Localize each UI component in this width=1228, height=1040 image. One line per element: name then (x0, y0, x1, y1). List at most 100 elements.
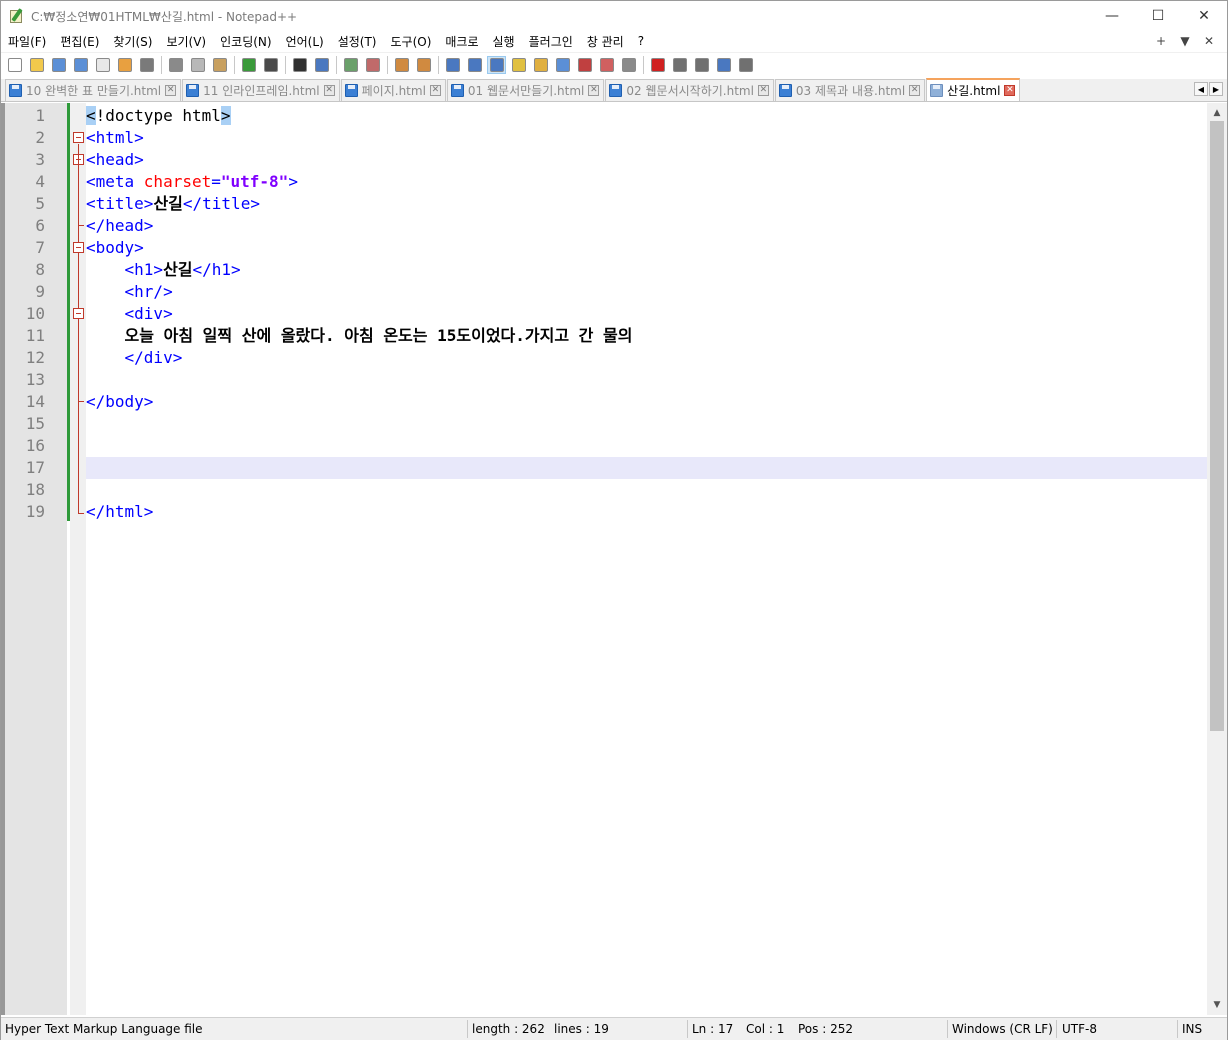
menu-item-12[interactable]: ? (631, 34, 651, 48)
menu-item-10[interactable]: 플러그인 (522, 33, 580, 50)
close-tab-icon[interactable]: ✕ (588, 85, 600, 96)
zoom-out-icon[interactable] (363, 56, 382, 74)
sync-horizontal-icon[interactable] (414, 56, 433, 74)
file-tab[interactable]: 산길.html ✕ (926, 78, 1021, 101)
fold-toggle-html[interactable] (73, 132, 84, 143)
menu-add-tab-button[interactable]: + (1149, 34, 1173, 48)
folder-as-workspace-icon-glyph (555, 57, 570, 72)
open-file-icon[interactable] (27, 56, 46, 74)
file-tab-label: 산길.html (947, 84, 1001, 98)
close-file-icon-glyph (95, 57, 110, 72)
show-all-chars-icon-glyph (467, 57, 482, 72)
file-tab[interactable]: 10 완벽한 표 만들기.html ✕ (5, 79, 182, 101)
charset-attr: charset (143, 172, 212, 191)
fold-toggle-body[interactable] (73, 242, 84, 253)
file-tab[interactable]: 페이지.html ✕ (340, 79, 446, 101)
close-all-icon-glyph (117, 57, 132, 72)
undo-icon[interactable] (239, 56, 258, 74)
save-all-icon[interactable] (71, 56, 90, 74)
close-all-icon[interactable] (115, 56, 134, 74)
show-all-chars-icon[interactable] (465, 56, 484, 74)
minimize-button[interactable]: — (1089, 1, 1135, 31)
file-tab[interactable]: 01 웹문서만들기.html ✕ (446, 79, 605, 101)
close-tab-icon[interactable]: ✕ (323, 85, 335, 96)
redo-icon-glyph (263, 57, 278, 72)
play-macro-icon[interactable] (692, 56, 711, 74)
close-file-icon[interactable] (93, 56, 112, 74)
file-tab-label: 01 웹문서만들기.html (467, 84, 585, 98)
save-icon[interactable] (49, 56, 68, 74)
menu-item-2[interactable]: 찾기(S) (106, 33, 159, 50)
menu-item-7[interactable]: 도구(O) (384, 33, 439, 50)
status-eol[interactable]: Windows (CR LF) (952, 1022, 1053, 1036)
fold-end-html (78, 513, 84, 514)
status-insert-mode[interactable]: INS (1182, 1022, 1202, 1036)
view-icon-glyph (621, 57, 636, 72)
menu-close-tab-button[interactable]: ✕ (1197, 34, 1221, 48)
redo-icon[interactable] (261, 56, 280, 74)
indent-guide-icon-glyph (489, 57, 504, 72)
file-tab[interactable]: 11 인라인프레임.html ✕ (182, 79, 340, 101)
menu-item-8[interactable]: 매크로 (438, 33, 485, 50)
code-line-11: 오늘 아침 일찍 산에 올랐다. 아침 온도는 15도이었다.가지고 간 물의 (86, 325, 633, 347)
copy-icon[interactable] (188, 56, 207, 74)
close-tab-icon[interactable]: ✕ (1004, 85, 1016, 96)
close-tab-icon[interactable]: ✕ (429, 85, 441, 96)
scroll-thumb[interactable] (1210, 121, 1224, 731)
close-window-button[interactable]: ✕ (1181, 1, 1227, 31)
print-icon[interactable] (137, 56, 156, 74)
doc-list-icon[interactable] (575, 56, 594, 74)
menu-item-9[interactable]: 실행 (486, 33, 522, 50)
view-icon[interactable] (619, 56, 638, 74)
close-tab-icon[interactable]: ✕ (165, 85, 177, 96)
find-icon[interactable] (290, 56, 309, 74)
menu-item-0[interactable]: 파일(F) (1, 33, 53, 50)
close-tab-icon[interactable]: ✕ (909, 85, 921, 96)
doc-map-icon[interactable] (509, 56, 528, 74)
tab-scroll-right-button[interactable]: ▶ (1209, 82, 1223, 96)
menu-item-5[interactable]: 언어(L) (279, 33, 331, 50)
monitoring-icon[interactable] (597, 56, 616, 74)
file-tab-label: 10 완벽한 표 만들기.html (26, 84, 162, 98)
file-tab[interactable]: 03 제목과 내용.html ✕ (774, 79, 926, 101)
menu-item-3[interactable]: 보기(V) (159, 33, 213, 50)
save-macro-icon[interactable] (736, 56, 755, 74)
status-encoding[interactable]: UTF-8 (1062, 1022, 1097, 1036)
menu-item-6[interactable]: 설정(T) (331, 33, 384, 50)
close-tab-icon[interactable]: ✕ (757, 85, 769, 96)
menu-tab-list-button[interactable]: ▼ (1173, 34, 1197, 48)
cut-icon[interactable] (166, 56, 185, 74)
toolbar-separator (161, 55, 162, 74)
line-number: 7 (35, 238, 45, 257)
replace-icon[interactable] (312, 56, 331, 74)
function-list-icon[interactable] (531, 56, 550, 74)
toolbar-separator (285, 55, 286, 74)
tab-scroll-left-button[interactable]: ◀ (1194, 82, 1208, 96)
run-macro-multiple-icon[interactable] (714, 56, 733, 74)
status-position: Pos : 252 (798, 1022, 853, 1036)
fold-toggle-div[interactable] (73, 308, 84, 319)
undo-icon-glyph (241, 57, 256, 72)
sync-vertical-icon[interactable] (392, 56, 411, 74)
equals-sign: = (211, 172, 221, 191)
menu-item-4[interactable]: 인코딩(N) (213, 33, 278, 50)
vertical-scrollbar[interactable]: ▲ ▼ (1207, 103, 1227, 1015)
maximize-button[interactable]: ☐ (1135, 1, 1181, 31)
scroll-down-icon[interactable]: ▼ (1207, 997, 1227, 1013)
indent-guide-icon[interactable] (487, 55, 506, 74)
code-editor[interactable]: <!doctype html> <html> <head> <meta char… (1, 103, 1227, 1015)
save-status-icon (186, 84, 200, 97)
menu-item-1[interactable]: 편집(E) (53, 33, 106, 50)
folder-as-workspace-icon[interactable] (553, 56, 572, 74)
line-number: 17 (25, 458, 45, 477)
new-file-icon[interactable] (5, 56, 24, 74)
file-tab[interactable]: 02 웹문서시작하기.html ✕ (605, 79, 774, 101)
stop-macro-icon-glyph (672, 57, 687, 72)
paste-icon[interactable] (210, 56, 229, 74)
record-macro-icon[interactable] (648, 56, 667, 74)
scroll-up-icon[interactable]: ▲ (1207, 105, 1227, 121)
stop-macro-icon[interactable] (670, 56, 689, 74)
menu-item-11[interactable]: 창 관리 (580, 33, 631, 50)
zoom-in-icon[interactable] (341, 56, 360, 74)
word-wrap-icon[interactable] (443, 56, 462, 74)
